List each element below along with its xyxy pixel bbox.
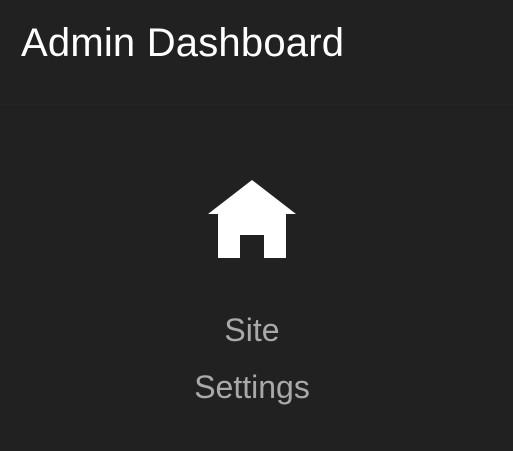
home-icon <box>208 180 296 258</box>
tile-label-line1: Site <box>224 312 280 348</box>
site-settings-tile[interactable]: Site Settings <box>152 160 352 410</box>
page-title: Admin Dashboard <box>21 21 345 65</box>
tile-label: Site Settings <box>152 302 352 416</box>
app-header: Admin Dashboard <box>0 0 513 105</box>
tile-label-line2: Settings <box>194 369 310 405</box>
